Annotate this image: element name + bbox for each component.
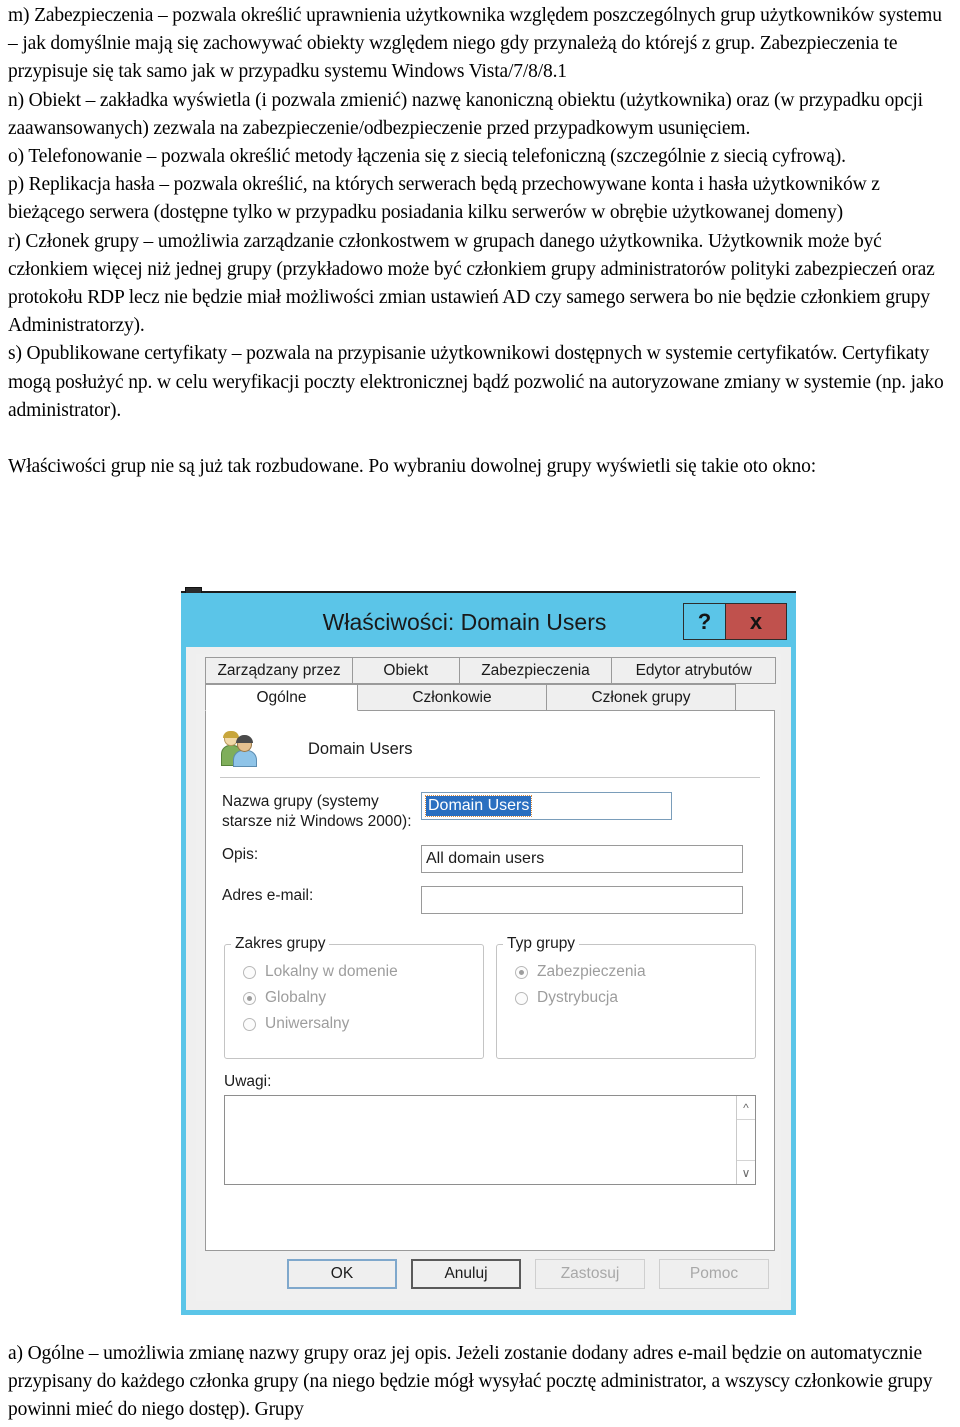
radio-circle-selected-icon <box>515 965 528 979</box>
radio-zabezpieczenia[interactable]: Zabezpieczenia <box>497 959 755 985</box>
paragraph-a: a) Ogólne – umożliwia zmianę nazwy grupy… <box>8 1343 933 1421</box>
group-options-row: Zakres grupy Lokalny w domenie Globalny … <box>206 927 774 1059</box>
close-button[interactable]: x <box>725 603 787 640</box>
description-value: All domain users <box>426 850 545 867</box>
email-label: Adres e-mail: <box>222 887 314 904</box>
tab-strip: Zarządzany przez Obiekt Zabezpieczenia E… <box>205 657 776 711</box>
document-body: m) Zabezpieczenia – pozwala określić upr… <box>0 0 960 481</box>
group-scope-legend: Zakres grupy <box>235 935 326 952</box>
group-users-icon <box>221 729 262 769</box>
tab-row-lower: Ogólne Członkowie Członek grupy <box>205 684 775 711</box>
field-row-group-name: Nazwa grupy (systemy starsze niż Windows… <box>206 792 774 832</box>
radio-label: Globalny <box>265 989 327 1006</box>
paragraph-p: p) Replikacja hasła – pozwala określić, … <box>8 174 880 224</box>
tab-zabezpieczenia[interactable]: Zabezpieczenia <box>458 657 613 684</box>
notes-label: Uwagi: <box>224 1073 272 1090</box>
object-header: Domain Users <box>206 711 774 773</box>
group-name-label: Nazwa grupy (systemy starsze niż Windows… <box>222 793 412 830</box>
tab-czlonek-grupy[interactable]: Członek grupy <box>546 684 736 711</box>
email-input[interactable] <box>421 886 743 914</box>
tab-zarzadzany-przez[interactable]: Zarządzany przez <box>205 657 354 684</box>
dialog-footer: OK Anuluj Zastosuj Pomoc <box>205 1253 775 1295</box>
paragraph-s: s) Opublikowane certyfikaty – pozwala na… <box>8 343 944 421</box>
apply-button: Zastosuj <box>535 1259 645 1289</box>
dialog-titlebar[interactable]: Właściwości: Domain Users ? x <box>186 598 791 647</box>
paragraph-n: n) Obiekt – zakładka wyświetla (i pozwal… <box>8 89 923 139</box>
radio-label: Zabezpieczenia <box>537 963 646 980</box>
group-type-legend: Typ grupy <box>507 935 576 952</box>
cancel-button[interactable]: Anuluj <box>411 1259 521 1289</box>
dialog-panel: Zarządzany przez Obiekt Zabezpieczenia E… <box>196 654 781 1301</box>
tab-ogolne[interactable]: Ogólne <box>205 684 358 711</box>
group-type-fieldset: Typ grupy Zabezpieczenia Dystrybucja <box>496 935 756 1059</box>
paragraph-o: o) Telefonowanie – pozwala określić meto… <box>8 146 846 168</box>
paragraph-r: r) Członek grupy – umożliwia zarządzanie… <box>8 230 935 337</box>
radio-label: Uniwersalny <box>265 1015 350 1032</box>
radio-circle-selected-icon <box>243 991 256 1005</box>
chevron-up-icon[interactable]: ^ <box>737 1096 755 1120</box>
radio-label: Lokalny w domenie <box>265 963 398 980</box>
tab-content-ogolne: Domain Users Nazwa grupy (systemy starsz… <box>205 710 775 1251</box>
group-name-value: Domain Users <box>424 795 533 817</box>
properties-dialog: Właściwości: Domain Users ? x Zarządzany… <box>181 593 796 1315</box>
paragraph-intro: Właściwości grup nie są już tak rozbudow… <box>8 456 817 478</box>
help-text-button: Pomoc <box>659 1259 769 1289</box>
description-input[interactable]: All domain users <box>421 845 743 873</box>
group-properties-dialog-screenshot: Właściwości: Domain Users ? x Zarządzany… <box>181 587 796 1315</box>
document-body-bottom: a) Ogólne – umożliwia zmianę nazwy grupy… <box>8 1340 950 1425</box>
object-name-label: Domain Users <box>308 739 413 758</box>
general-form: Nazwa grupy (systemy starsze niż Windows… <box>206 778 774 914</box>
dialog-title: Właściwości: Domain Users <box>322 609 607 635</box>
notes-box: ^ ∨ <box>224 1095 756 1185</box>
tab-obiekt[interactable]: Obiekt <box>352 657 460 684</box>
group-scope-fieldset: Zakres grupy Lokalny w domenie Globalny … <box>224 935 484 1059</box>
description-label: Opis: <box>222 846 259 863</box>
radio-circle-icon <box>515 991 528 1005</box>
radio-dystrybucja[interactable]: Dystrybucja <box>497 985 755 1011</box>
radio-circle-icon <box>243 1017 256 1031</box>
ok-button[interactable]: OK <box>287 1259 397 1289</box>
radio-lokalny-w-domenie[interactable]: Lokalny w domenie <box>225 959 483 985</box>
notes-scrollbar[interactable]: ^ ∨ <box>736 1096 755 1184</box>
paragraph-m: m) Zabezpieczenia – pozwala określić upr… <box>8 5 942 83</box>
chevron-down-icon[interactable]: ∨ <box>737 1160 755 1184</box>
tab-czlonkowie[interactable]: Członkowie <box>357 684 547 711</box>
help-button[interactable]: ? <box>683 603 725 640</box>
notes-textarea[interactable] <box>225 1096 736 1184</box>
tab-row-upper: Zarządzany przez Obiekt Zabezpieczenia E… <box>205 657 776 684</box>
radio-uniwersalny[interactable]: Uniwersalny <box>225 1011 483 1037</box>
tab-edytor-atrybutow[interactable]: Edytor atrybutów <box>611 657 776 684</box>
notes-section: Uwagi: ^ ∨ <box>206 1059 774 1185</box>
radio-circle-icon <box>243 965 256 979</box>
field-row-description: Opis: All domain users <box>206 845 774 873</box>
group-name-input[interactable]: Domain Users <box>421 792 672 820</box>
radio-label: Dystrybucja <box>537 989 618 1006</box>
field-row-email: Adres e-mail: <box>206 886 774 914</box>
radio-globalny[interactable]: Globalny <box>225 985 483 1011</box>
